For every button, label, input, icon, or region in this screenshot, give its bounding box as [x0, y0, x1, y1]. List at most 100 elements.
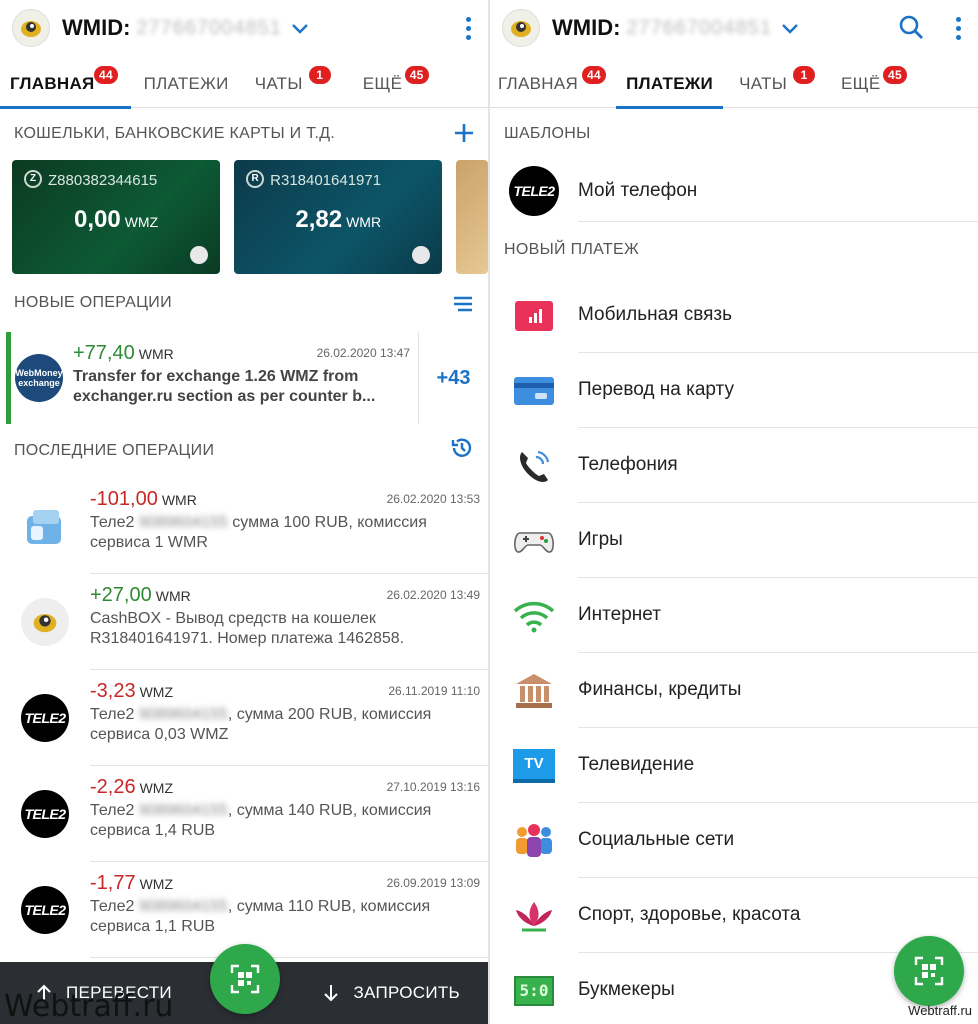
category-social[interactable]: Социальные сети: [490, 803, 978, 878]
wmr-icon: R: [246, 170, 265, 188]
more-operations-count[interactable]: +43: [418, 332, 488, 424]
tele2-logo-icon: TELE2: [0, 766, 90, 862]
operation-date: 27.10.2019 13:16: [386, 780, 480, 794]
wmid-value: 277667004851: [626, 16, 772, 39]
wmz-icon: Z: [24, 170, 42, 188]
qr-scan-button[interactable]: [210, 944, 280, 1014]
tab-label: ЧАТЫ: [739, 74, 788, 93]
operation-item[interactable]: +27,00 WMR 26.02.2020 13:49 CashBOX - Выв…: [0, 574, 488, 670]
scoreboard-icon: 5:0: [490, 975, 578, 1006]
category-label: Социальные сети: [578, 803, 978, 878]
masked-number: 9089604155: [138, 706, 228, 723]
watermark: Webtraff.ru: [4, 989, 174, 1024]
wallet-card-partial[interactable]: [456, 160, 488, 274]
template-label: Мой телефон: [578, 160, 978, 222]
operation-item[interactable]: TELE2 -3,23 WMZ 26.11.2019 11:10 Теле2 90…: [0, 670, 488, 766]
wifi-icon: [490, 599, 578, 633]
qr-scan-button[interactable]: [894, 936, 964, 1006]
tab-label: ПЛАТЕЖИ: [626, 74, 714, 93]
tab-label: ГЛАВНАЯ: [498, 74, 579, 93]
tab-more[interactable]: ЕЩЁ 45: [841, 56, 907, 108]
tab-bar: ГЛАВНАЯ 44 ПЛАТЕЖИ ЧАТЫ 1 ЕЩЁ 45: [490, 56, 978, 109]
bank-icon: [490, 672, 578, 710]
category-finance[interactable]: Финансы, кредиты: [490, 653, 978, 728]
webmoney-logo-icon[interactable]: [502, 9, 540, 47]
wallet-number: Z880382344615: [48, 172, 158, 189]
payments-screen: WMID: 277667004851 ГЛАВНАЯ 44 ПЛАТЕЖИ ЧА…: [490, 0, 978, 1024]
active-tab-indicator: [616, 106, 724, 109]
tab-chats[interactable]: ЧАТЫ 1: [254, 56, 331, 108]
operation-description: Transfer for exchange 1.26 WMZ from exch…: [73, 368, 376, 405]
notification-badge: 44: [94, 66, 118, 84]
tele2-logo-icon: TELE2: [0, 670, 90, 766]
operation-date: 26.02.2020 13:49: [386, 588, 480, 602]
category-tv[interactable]: TV Телевидение: [490, 728, 978, 803]
globe-icon: [412, 246, 431, 264]
new-ops-header: НОВЫЕ ОПЕРАЦИИ: [0, 278, 488, 328]
globe-icon: [190, 246, 209, 264]
wallet-card-wmr[interactable]: R R318401641971 2,82 WMR: [234, 160, 443, 274]
chevron-down-icon[interactable]: [292, 18, 308, 39]
request-button[interactable]: ЗАПРОСИТЬ: [323, 983, 460, 1003]
wallet-card-wmz[interactable]: Z Z880382344615 0,00 WMZ: [12, 160, 221, 274]
history-icon[interactable]: [450, 436, 474, 467]
wallet-number: R318401641971: [270, 172, 382, 189]
tab-payments[interactable]: ПЛАТЕЖИ: [144, 56, 229, 108]
tab-label: ГЛАВНАЯ: [10, 74, 95, 93]
tab-label: ЧАТЫ: [254, 74, 303, 93]
list-icon[interactable]: [452, 288, 474, 319]
operation-date: 26.11.2019 11:10: [388, 684, 480, 698]
operation-item[interactable]: TELE2 -2,26 WMZ 27.10.2019 13:16 Теле2 90…: [0, 766, 488, 862]
tab-home[interactable]: ГЛАВНАЯ 44: [0, 56, 131, 109]
home-screen: WMID: 277667004851 ГЛАВНАЯ 44 ПЛАТЕЖИ ЧА…: [0, 0, 488, 1024]
operation-description: CashBOX - Вывод средств на кошелек R3184…: [90, 610, 405, 647]
active-tab-indicator: [0, 106, 131, 109]
wallets-title: КОШЕЛЬКИ, БАНКОВСКИЕ КАРТЫ И Т.Д.: [14, 125, 336, 142]
phone-icon: [490, 446, 578, 486]
tab-payments[interactable]: ПЛАТЕЖИ: [616, 56, 724, 109]
operation-description: Теле2 9089604155, сумма 110 RUB, комисси…: [90, 898, 431, 935]
request-label: ЗАПРОСИТЬ: [353, 983, 460, 1002]
category-label: Телевидение: [578, 728, 978, 803]
watermark: Webtraff.ru: [908, 1003, 972, 1018]
last-ops-title: ПОСЛЕДНИЕ ОПЕРАЦИИ: [14, 442, 215, 459]
qr-code-icon: [914, 956, 944, 986]
category-label: Игры: [578, 503, 978, 578]
category-label: Перевод на карту: [578, 353, 978, 428]
tab-home[interactable]: ГЛАВНАЯ 44: [498, 56, 606, 108]
tv-icon: TV: [490, 748, 578, 783]
operation-item[interactable]: -101,00 WMR 26.02.2020 13:53 Теле2 908960…: [0, 478, 488, 574]
last-ops-header: ПОСЛЕДНИЕ ОПЕРАЦИИ: [0, 424, 488, 478]
chevron-down-icon[interactable]: [782, 18, 798, 39]
category-label: Интернет: [578, 578, 978, 653]
wmid-label: WMID:: [552, 15, 621, 40]
category-games[interactable]: Игры: [490, 503, 978, 578]
new-operation-item[interactable]: WebMoney exchange +77,40 WMR 26.02.2020 13…: [6, 332, 488, 424]
tab-chats[interactable]: ЧАТЫ 1: [739, 56, 816, 108]
add-icon[interactable]: [454, 119, 474, 150]
category-mobile[interactable]: Мобильная связь: [490, 278, 978, 353]
category-card-transfer[interactable]: Перевод на карту: [490, 353, 978, 428]
category-label: Финансы, кредиты: [578, 653, 978, 728]
category-label: Мобильная связь: [578, 278, 978, 353]
more-menu-icon[interactable]: [938, 16, 978, 40]
wmid-label: WMID:: [62, 15, 131, 40]
template-item-my-phone[interactable]: TELE2 Мой телефон: [490, 160, 978, 222]
operation-description: Теле2 9089604155 сумма 100 RUB, комиссия…: [90, 514, 427, 551]
tab-more[interactable]: ЕЩЁ 45: [363, 56, 429, 108]
wallet-balance: 0,00 WMZ: [73, 206, 159, 233]
tab-label: ПЛАТЕЖИ: [143, 74, 229, 93]
notification-badge: 44: [582, 66, 606, 84]
search-icon[interactable]: [892, 8, 932, 48]
masked-number: 9089604155: [138, 514, 228, 531]
lotus-icon: [490, 898, 578, 934]
more-menu-icon[interactable]: [448, 16, 488, 40]
category-label: Телефония: [578, 428, 978, 503]
qr-code-icon: [230, 964, 260, 994]
category-sport-health[interactable]: Спорт, здоровье, красота: [490, 878, 978, 953]
webmoney-logo-icon[interactable]: [12, 9, 50, 47]
arrow-down-icon: [324, 985, 339, 1002]
operation-description: Теле2 9089604155, сумма 200 RUB, комисси…: [90, 706, 432, 743]
category-telephony[interactable]: Телефония: [490, 428, 978, 503]
category-internet[interactable]: Интернет: [490, 578, 978, 653]
